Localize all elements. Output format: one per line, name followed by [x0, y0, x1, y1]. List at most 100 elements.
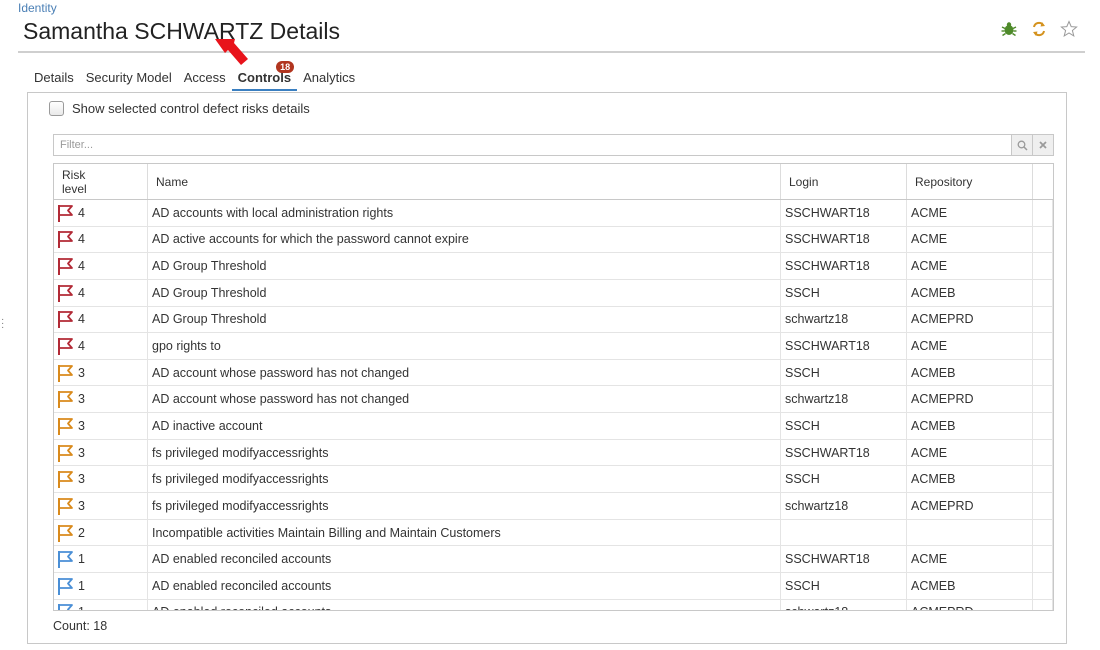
repository-cell	[907, 519, 1033, 546]
flag-icon	[56, 496, 76, 516]
row-spacer	[1033, 493, 1053, 519]
tab-bar: Details Security Model Access Controls 1…	[28, 61, 361, 91]
show-defect-details-checkbox[interactable]	[49, 101, 64, 116]
row-spacer	[1033, 359, 1053, 386]
flag-icon	[56, 576, 76, 596]
risk-level-cell: 3	[54, 493, 148, 519]
column-header-repository[interactable]: Repository	[907, 164, 1033, 199]
resize-grip-icon[interactable]: · · ·	[1, 315, 4, 333]
table-row[interactable]: 3 fs privileged modifyaccessrights SSCHWAR…	[54, 439, 1053, 467]
risk-level-value: 2	[78, 525, 85, 540]
repository-cell: ACMEPRD	[907, 386, 1033, 413]
risk-level-value: 4	[78, 339, 85, 354]
risk-level-value: 4	[78, 312, 85, 327]
table-row[interactable]: 2 Incompatible activities Maintain Billin…	[54, 519, 1053, 547]
row-spacer	[1033, 599, 1053, 610]
repository-cell: ACMEB	[907, 413, 1033, 439]
tab-security-model[interactable]: Security Model	[80, 70, 178, 91]
control-name-cell: AD enabled reconciled accounts	[148, 599, 781, 610]
search-icon[interactable]	[1011, 135, 1032, 155]
repository-cell: ACMEPRD	[907, 599, 1033, 610]
table-row[interactable]: 3 AD account whose password has not chang…	[54, 386, 1053, 414]
filter-input[interactable]	[54, 135, 1011, 155]
flag-icon	[56, 602, 76, 610]
control-name-cell: Incompatible activities Maintain Billing…	[148, 519, 781, 546]
login-cell: SSCH	[781, 413, 907, 439]
flag-icon	[56, 389, 76, 409]
row-spacer	[1033, 279, 1053, 306]
login-cell: schwartz18	[781, 386, 907, 413]
risk-level-value: 1	[78, 552, 85, 567]
flag-icon	[56, 363, 76, 383]
flag-icon	[56, 229, 76, 249]
login-cell: SSCHWART18	[781, 546, 907, 572]
table-row[interactable]: 3 fs privileged modifyaccessrights SSCH ACM…	[54, 466, 1053, 494]
risk-level-cell: 2	[54, 519, 148, 546]
header-actions	[1000, 20, 1078, 38]
show-defect-details-toggle[interactable]: Show selected control defect risks detai…	[49, 101, 310, 116]
table-row[interactable]: 4 AD Group Threshold schwartz18 ACMEPRD	[54, 306, 1053, 334]
login-cell: SSCH	[781, 359, 907, 386]
row-spacer	[1033, 466, 1053, 493]
controls-panel: Show selected control defect risks detai…	[27, 92, 1067, 644]
sync-icon[interactable]	[1030, 20, 1048, 38]
star-icon[interactable]	[1060, 20, 1078, 38]
controls-grid: Risk level Name Login Repository 4 AD acc…	[53, 163, 1054, 611]
flag-icon	[56, 336, 76, 356]
title-divider	[18, 51, 1085, 53]
table-row[interactable]: 4 gpo rights to SSCHWART18 ACME	[54, 333, 1053, 360]
risk-level-cell: 3	[54, 386, 148, 413]
column-header-risk-level[interactable]: Risk level	[54, 164, 148, 199]
flag-icon	[56, 549, 76, 569]
risk-level-value: 3	[78, 418, 85, 433]
show-defect-details-label: Show selected control defect risks detai…	[72, 101, 310, 116]
control-name-cell: AD enabled reconciled accounts	[148, 546, 781, 572]
table-row[interactable]: 3 fs privileged modifyaccessrights schwart…	[54, 493, 1053, 520]
row-spacer	[1033, 226, 1053, 253]
repository-cell: ACME	[907, 200, 1033, 226]
table-row[interactable]: 4 AD active accounts for which the passwo…	[54, 226, 1053, 254]
risk-level-cell: 3	[54, 359, 148, 386]
clear-icon[interactable]	[1032, 135, 1053, 155]
risk-level-cell: 4	[54, 226, 148, 253]
risk-level-cell: 3	[54, 413, 148, 439]
risk-level-value: 3	[78, 365, 85, 380]
repository-cell: ACME	[907, 546, 1033, 572]
breadcrumb[interactable]: Identity	[18, 1, 57, 15]
flag-icon	[56, 283, 76, 303]
risk-level-cell: 3	[54, 439, 148, 466]
row-count: Count: 18	[53, 619, 108, 633]
table-row[interactable]: 4 AD accounts with local administration r…	[54, 200, 1053, 227]
table-row[interactable]: 1 AD enabled reconciled accounts SSCH ACMEB	[54, 572, 1053, 600]
bug-icon[interactable]	[1000, 20, 1018, 38]
column-header-name[interactable]: Name	[148, 164, 781, 199]
table-row[interactable]: 3 AD inactive account SSCH ACMEB	[54, 413, 1053, 440]
repository-cell: ACME	[907, 333, 1033, 359]
repository-cell: ACMEB	[907, 359, 1033, 386]
tab-analytics[interactable]: Analytics	[297, 70, 361, 91]
table-row[interactable]: 4 AD Group Threshold SSCHWART18 ACME	[54, 253, 1053, 280]
table-row[interactable]: 1 AD enabled reconciled accountsschwartz1…	[54, 599, 1053, 610]
column-header-login[interactable]: Login	[781, 164, 907, 199]
control-name-cell: fs privileged modifyaccessrights	[148, 466, 781, 493]
control-name-cell: AD active accounts for which the passwor…	[148, 226, 781, 253]
risk-level-cell: 1	[54, 599, 148, 610]
control-name-cell: fs privileged modifyaccessrights	[148, 493, 781, 519]
risk-level-value: 4	[78, 232, 85, 247]
flag-icon	[56, 469, 76, 489]
tab-controls[interactable]: Controls 18	[231, 61, 298, 91]
row-spacer	[1033, 572, 1053, 599]
table-row[interactable]: 3 AD account whose password has not chang…	[54, 359, 1053, 387]
control-name-cell: AD account whose password has not change…	[148, 359, 781, 386]
login-cell: SSCHWART18	[781, 226, 907, 253]
table-row[interactable]: 1 AD enabled reconciled accounts SSCHWART1…	[54, 546, 1053, 573]
tab-access[interactable]: Access	[178, 70, 232, 91]
control-name-cell: AD account whose password has not change…	[148, 386, 781, 413]
repository-cell: ACMEPRD	[907, 306, 1033, 333]
row-spacer	[1033, 519, 1053, 546]
flag-icon	[56, 256, 76, 276]
table-row[interactable]: 4 AD Group Threshold SSCH ACMEB	[54, 279, 1053, 307]
control-name-cell: AD Group Threshold	[148, 306, 781, 333]
risk-level-cell: 4	[54, 253, 148, 279]
tab-details[interactable]: Details	[28, 70, 80, 91]
